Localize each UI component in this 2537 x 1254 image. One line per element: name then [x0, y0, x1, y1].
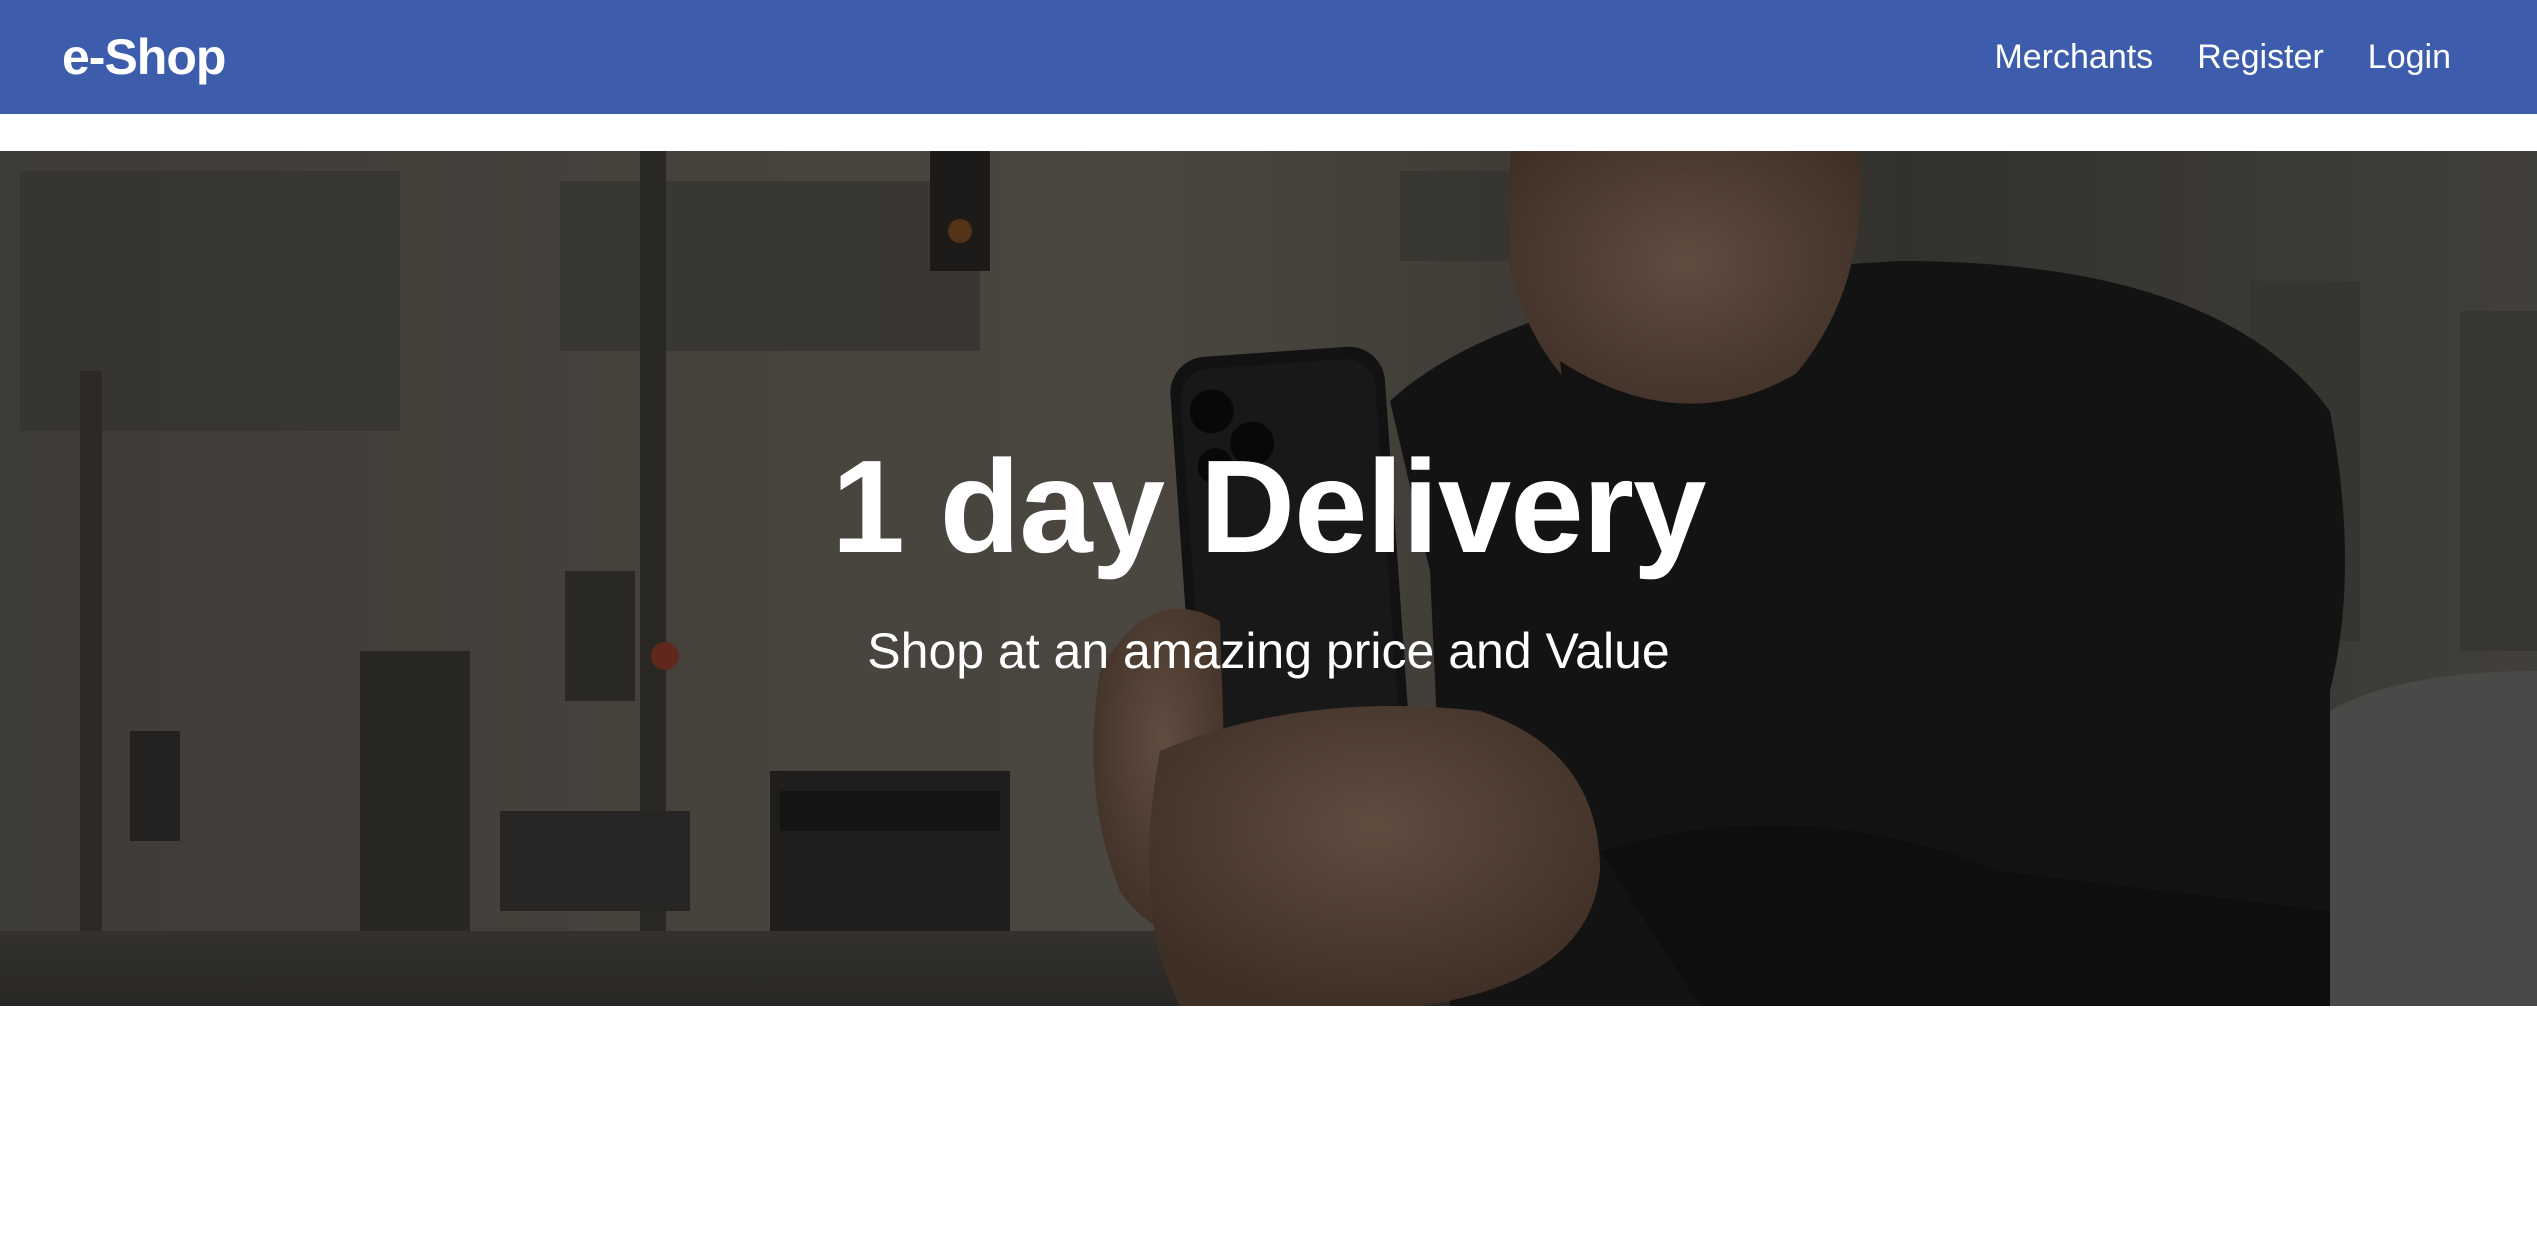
nav-link-register[interactable]: Register	[2197, 38, 2324, 77]
nav-link-merchants[interactable]: Merchants	[1994, 38, 2153, 77]
nav-links: Merchants Register Login	[1994, 38, 2451, 77]
hero-text-block: 1 day Delivery Shop at an amazing price …	[0, 151, 2537, 1006]
hero-title: 1 day Delivery	[831, 433, 1707, 580]
top-navbar: e-Shop Merchants Register Login	[0, 0, 2537, 114]
hero-subtitle: Shop at an amazing price and Value	[867, 623, 1670, 679]
brand-logo-link[interactable]: e-Shop	[62, 28, 226, 86]
nav-link-login[interactable]: Login	[2368, 38, 2451, 77]
hero-banner: 1 day Delivery Shop at an amazing price …	[0, 151, 2537, 1006]
